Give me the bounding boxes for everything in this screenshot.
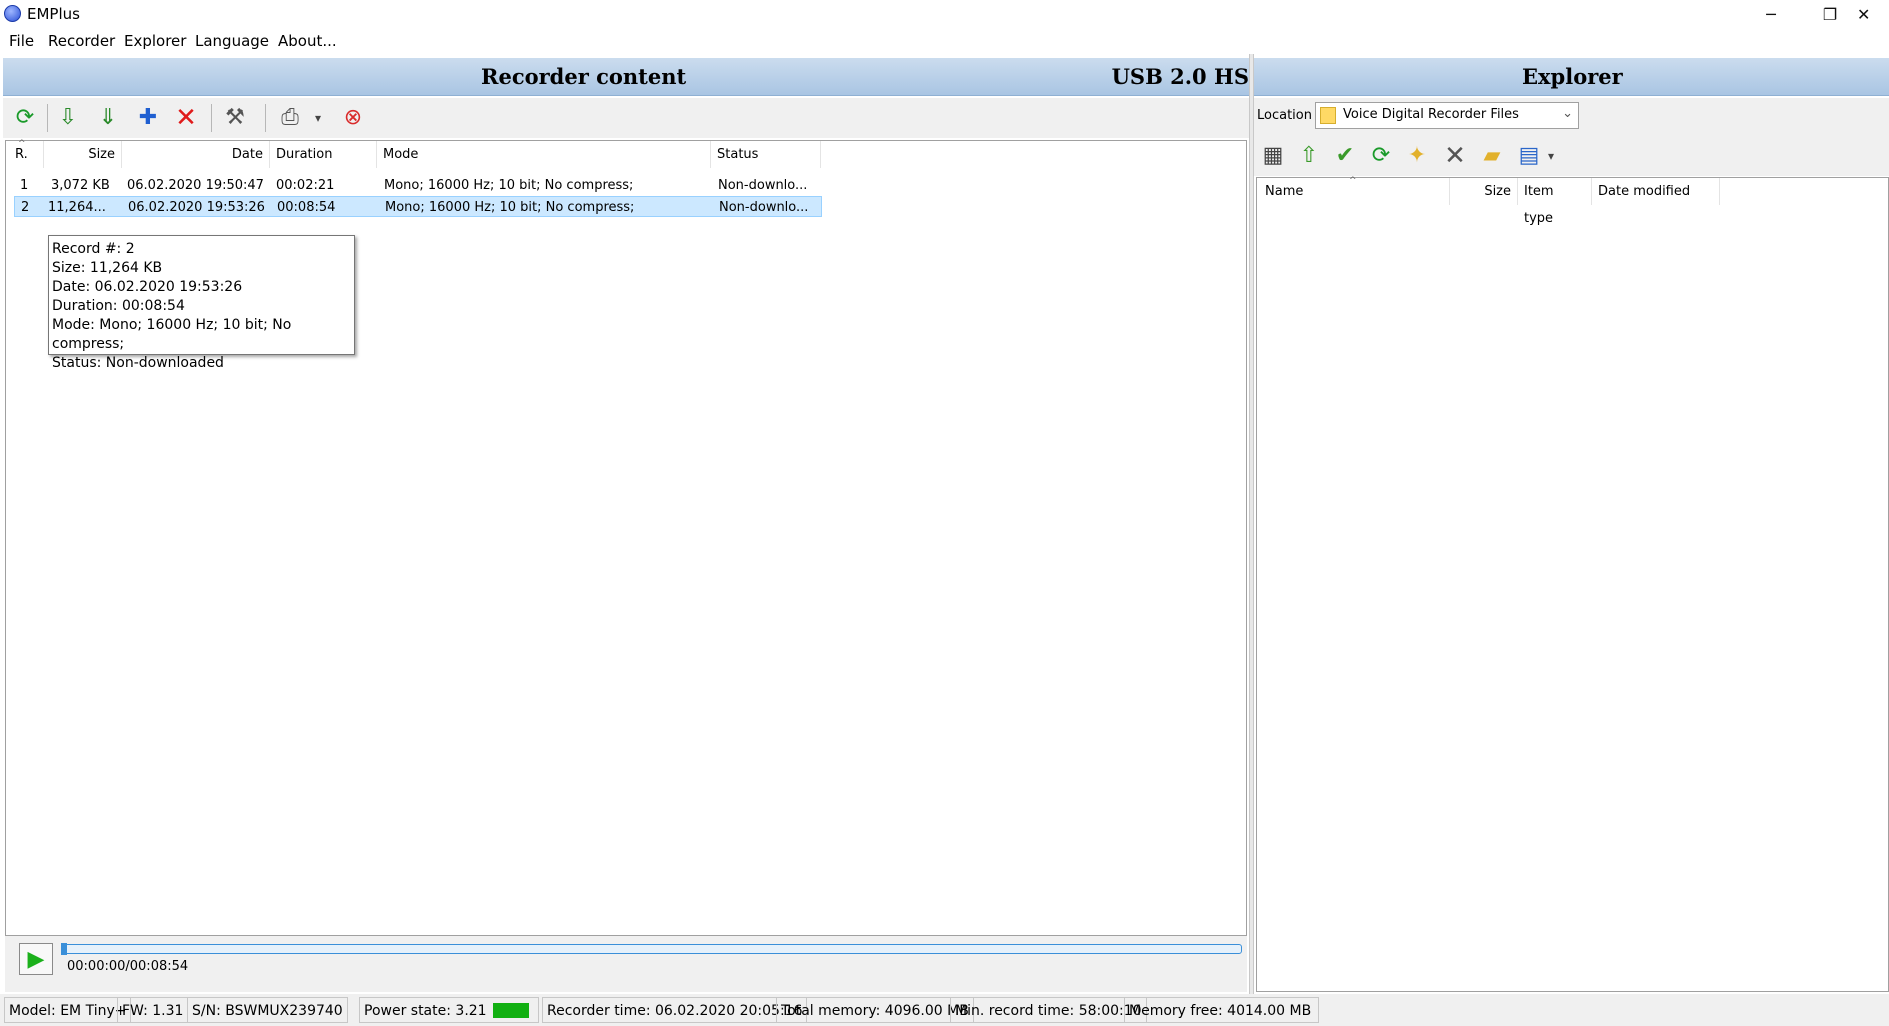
- usb-label: USB 2.0 HS: [1111, 64, 1249, 89]
- explorer-refresh-icon[interactable]: ⟳: [1366, 141, 1396, 171]
- player-bar: ▶ 00:00:00/00:08:54: [5, 936, 1247, 992]
- folder-up-icon[interactable]: ⇧: [1294, 141, 1324, 171]
- settings-tools-icon[interactable]: ⚒: [220, 103, 250, 133]
- progress-handle[interactable]: [61, 943, 67, 955]
- menu-bar: File Recorder Explorer Language About...: [0, 29, 1889, 54]
- col-status[interactable]: Status: [711, 141, 821, 168]
- status-memory-free: Memory free: 4014.00 MB: [1124, 997, 1319, 1023]
- col-duration[interactable]: Duration: [270, 141, 377, 168]
- print-icon[interactable]: ⎙: [275, 103, 305, 133]
- status-recorder-time: Recorder time: 06.02.2020 20:05:16: [542, 997, 808, 1023]
- col-size[interactable]: Size: [44, 141, 122, 168]
- col-record[interactable]: R.: [9, 141, 44, 168]
- menu-file[interactable]: File: [9, 32, 34, 50]
- title-bar: EMPlus ─ ❐ ✕: [0, 0, 1889, 29]
- menu-language[interactable]: Language: [195, 32, 269, 50]
- chevron-down-icon: ⌄: [1562, 106, 1573, 121]
- col-date-modified[interactable]: Date modified: [1592, 178, 1720, 205]
- name-sort-icon: ^: [1349, 176, 1357, 186]
- close-button[interactable]: ✕: [1857, 0, 1889, 29]
- drive-icon[interactable]: ▦: [1258, 141, 1288, 171]
- window-title: EMPlus: [27, 5, 80, 23]
- col-item-type[interactable]: Item type: [1518, 178, 1592, 226]
- restore-button[interactable]: ❐: [1800, 0, 1860, 29]
- battery-level: [493, 1003, 529, 1018]
- menu-recorder[interactable]: Recorder: [48, 32, 115, 50]
- playback-progress[interactable]: [64, 944, 1242, 954]
- col-file-size[interactable]: Size: [1450, 178, 1518, 205]
- refresh-icon[interactable]: ⟳: [10, 103, 40, 133]
- print-dropdown-icon[interactable]: ▾: [311, 103, 325, 133]
- download-selected-icon[interactable]: ⇓: [93, 103, 123, 133]
- location-label: Location: [1257, 108, 1312, 123]
- minimize-button[interactable]: ─: [1741, 0, 1801, 29]
- view-mode-icon[interactable]: ▤: [1514, 141, 1544, 171]
- status-bar: Model: EM Tiny+ FW: 1.31 S/N: BSWMUX2397…: [0, 994, 1889, 1026]
- menu-explorer[interactable]: Explorer: [124, 32, 186, 50]
- explorer-list: Name Size Item type Date modified ^: [1256, 176, 1889, 992]
- explorer-toolbar: ▦ ⇧ ✔ ⟳ ✦ ✕ ▰ ▤ ▾: [1254, 138, 1889, 176]
- status-power: Power state: 3.21: [359, 997, 539, 1023]
- col-date[interactable]: Date: [122, 141, 270, 168]
- table-row[interactable]: 1 3,072 KB 06.02.2020 19:50:47 00:02:21 …: [14, 175, 822, 196]
- folder-icon: [1320, 107, 1336, 124]
- status-fw: FW: 1.31: [117, 997, 189, 1023]
- menu-about[interactable]: About...: [278, 32, 337, 50]
- view-dropdown-icon[interactable]: ▾: [1544, 141, 1558, 171]
- play-button[interactable]: ▶: [19, 943, 53, 975]
- disconnect-icon[interactable]: ⊗: [338, 103, 368, 133]
- location-select[interactable]: Voice Digital Recorder Files ⌄: [1315, 102, 1579, 129]
- recorder-toolbar: ⟳ ⇩ ⇓ ✚ ✕ ⚒ ⎙ ▾ ⊗: [3, 98, 1249, 138]
- explorer-header: Explorer: [1254, 58, 1889, 96]
- sort-arrow-icon: ^: [18, 139, 26, 149]
- explorer-location-bar: Location Voice Digital Recorder Files ⌄: [1254, 98, 1889, 138]
- explorer-title: Explorer: [1522, 64, 1623, 89]
- download-icon[interactable]: ⇩: [53, 103, 83, 133]
- app-icon: [4, 5, 21, 22]
- explorer-delete-icon[interactable]: ✕: [1440, 141, 1470, 171]
- move-icon[interactable]: ✚: [133, 103, 163, 133]
- table-row-selected[interactable]: 2 11,264... 06.02.2020 19:53:26 00:08:54…: [14, 196, 822, 217]
- status-min-record: Min. record time: 58:00:10: [950, 997, 1147, 1023]
- pane-splitter[interactable]: [1249, 54, 1254, 994]
- open-folder-icon[interactable]: ▰: [1477, 141, 1507, 171]
- col-mode[interactable]: Mode: [377, 141, 711, 168]
- status-model: Model: EM Tiny+: [4, 997, 132, 1023]
- delete-icon[interactable]: ✕: [171, 103, 201, 133]
- recorder-title: Recorder content: [481, 64, 687, 89]
- record-tooltip: Record #: 2 Size: 11,264 KB Date: 06.02.…: [48, 235, 355, 371]
- folder-check-icon[interactable]: ✔: [1330, 141, 1360, 171]
- recorder-header: Recorder content USB 2.0 HS: [3, 58, 1249, 96]
- status-total-memory: Total memory: 4096.00 MB: [776, 997, 974, 1023]
- new-folder-icon[interactable]: ✦: [1402, 141, 1432, 171]
- status-sn: S/N: BSWMUX239740: [187, 997, 348, 1023]
- playback-time: 00:00:00/00:08:54: [67, 959, 189, 974]
